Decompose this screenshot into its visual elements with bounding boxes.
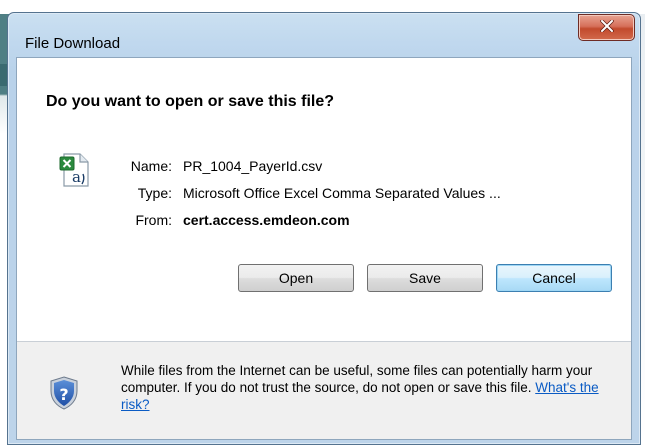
file-name-label: Name: (130, 158, 172, 174)
file-type-value: Microsoft Office Excel Comma Separated V… (183, 185, 501, 201)
file-download-dialog: File Download Do you want to open or sav… (7, 12, 641, 445)
svg-text:?: ? (59, 385, 68, 404)
security-warning-text: While files from the Internet can be use… (121, 362, 616, 413)
file-info-panel: Do you want to open or save this file? a… (17, 58, 631, 341)
close-button[interactable] (578, 14, 635, 41)
file-name-value: PR_1004_PayerId.csv (183, 158, 323, 174)
warning-message: While files from the Internet can be use… (121, 363, 593, 395)
excel-csv-file-icon: a (59, 152, 91, 188)
dialog-title: File Download (25, 35, 121, 52)
save-button[interactable]: Save (367, 264, 483, 292)
dialog-question: Do you want to open or save this file? (46, 93, 335, 110)
title-bar[interactable]: File Download (8, 13, 640, 53)
open-button[interactable]: Open (238, 264, 354, 292)
close-icon (599, 18, 614, 37)
security-shield-icon: ? (49, 376, 79, 410)
cancel-button[interactable]: Cancel (496, 264, 612, 292)
dialog-body: Do you want to open or save this file? a… (16, 57, 632, 440)
security-warning-panel: ? While files from the Internet can be u… (17, 342, 631, 439)
file-type-label: Type: (137, 185, 172, 201)
svg-text:a: a (72, 168, 81, 186)
file-from-label: From: (135, 212, 172, 228)
file-from-value: cert.access.emdeon.com (183, 212, 350, 228)
